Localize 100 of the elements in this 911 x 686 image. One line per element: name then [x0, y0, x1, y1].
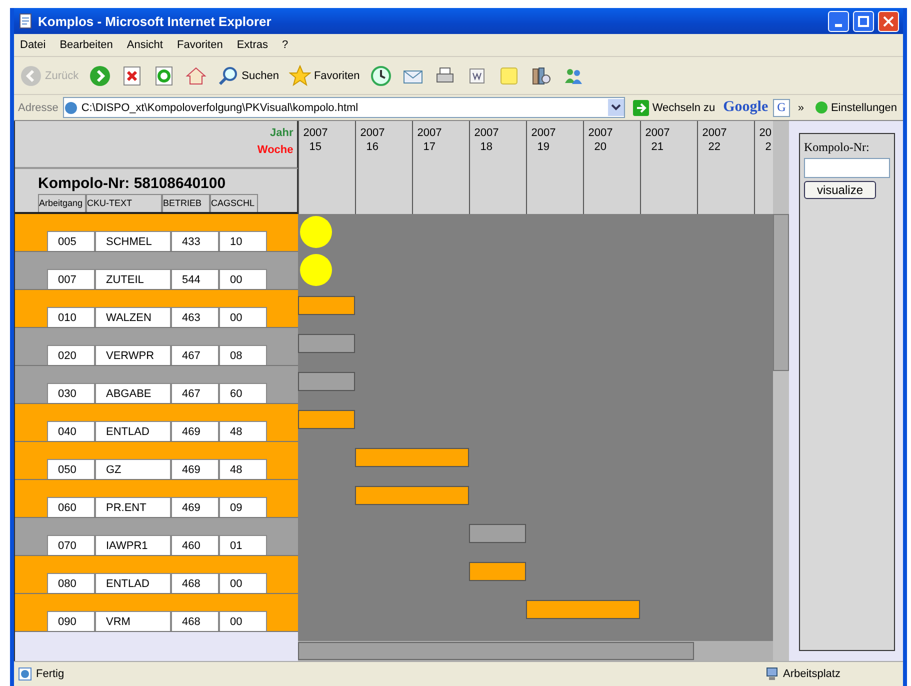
table-cell: ENTLAD [95, 421, 171, 441]
table-cell: 48 [219, 459, 267, 479]
table-cell: 09 [219, 497, 267, 517]
close-icon [883, 16, 894, 26]
year-text: 2007 [531, 127, 557, 139]
table-cell: 460 [171, 535, 219, 555]
go-button[interactable]: Wechseln zu [630, 100, 718, 116]
menu-item[interactable]: ? [282, 39, 288, 51]
address-field[interactable]: C:\DISPO_xt\Kompoloverfolgung\PKVisual\kompolo.html [63, 97, 626, 118]
week-number: 2 [764, 141, 772, 153]
table-cell: 070 [47, 535, 95, 555]
table-cell: 469 [171, 459, 219, 479]
stop-icon [120, 64, 143, 86]
year-text: 20 [759, 127, 773, 139]
horizontal-scrollbar[interactable] [298, 641, 774, 661]
table-cell: 468 [171, 573, 219, 593]
more-button[interactable]: » [794, 102, 807, 114]
search-icon [216, 64, 239, 86]
order-title: Kompolo-Nr: 58108640100 [38, 174, 227, 192]
table-cell: 080 [47, 573, 95, 593]
back-icon [20, 64, 42, 86]
table-cell: 010 [47, 307, 95, 327]
table-cell: GZ [95, 459, 171, 479]
menu-item[interactable]: Favoriten [176, 39, 223, 51]
year-text: 2007 [474, 127, 500, 139]
week-label: Woche [257, 143, 294, 158]
table-cell: 00 [219, 307, 267, 327]
table-cell: ENTLAD [95, 573, 171, 593]
minimize-button[interactable] [828, 10, 849, 32]
table-cell: 08 [219, 345, 267, 365]
table-cell: 050 [47, 459, 95, 479]
table-cell: 469 [171, 497, 219, 517]
week-number: 20 [593, 141, 608, 153]
year-text: 2007 [417, 127, 443, 139]
column-header: Arbeitgang [38, 194, 86, 212]
maximize-button[interactable] [853, 10, 874, 32]
column-header: CKU-TEXT [86, 194, 162, 212]
visualize-button[interactable]: visualize [804, 181, 876, 199]
computer-icon [765, 667, 779, 681]
table-cell: 469 [171, 421, 219, 441]
field-label: Kompolo-Nr: [804, 140, 870, 155]
forward-icon [88, 64, 111, 86]
page-icon [64, 100, 78, 114]
week-number: 18 [479, 141, 494, 153]
arrow-icon [633, 100, 650, 116]
table-cell: 00 [219, 573, 267, 593]
table-cell: ABGABE [95, 383, 171, 403]
menu-item[interactable]: Datei [20, 39, 46, 51]
status-icon [814, 101, 828, 114]
table-cell: 030 [47, 383, 95, 403]
zone-text: Arbeitsplatz [783, 668, 842, 680]
table-cell: 00 [219, 611, 267, 631]
note-icon [498, 64, 520, 86]
year-text: 2007 [360, 127, 386, 139]
menu-item[interactable]: Extras [236, 39, 268, 51]
table-cell: 468 [171, 611, 219, 631]
table-cell: 544 [171, 269, 219, 289]
table-cell: 040 [47, 421, 95, 441]
year-text: 2007 [303, 127, 329, 139]
vertical-scrollbar[interactable] [773, 121, 789, 661]
clock-icon [370, 64, 392, 86]
menu-item[interactable]: Ansicht [126, 39, 163, 51]
settings-button[interactable]: Einstellungen [812, 101, 900, 114]
table-cell: 467 [171, 383, 219, 403]
toolbar-button[interactable]: Suchen [214, 62, 281, 88]
table-cell: WALZEN [95, 307, 171, 327]
column-header: BETRIEB [162, 194, 210, 212]
week-number: 17 [422, 141, 437, 153]
table-cell: 090 [47, 611, 95, 631]
table-cell: 467 [171, 345, 219, 365]
table-cell: ZUTEIL [95, 269, 171, 289]
table-cell: 433 [171, 231, 219, 251]
table-cell: 005 [47, 231, 95, 251]
table-cell: VRM [95, 611, 171, 631]
address-label: Adresse [18, 102, 58, 114]
year-text: 2007 [588, 127, 614, 139]
table-cell: 48 [219, 421, 267, 441]
home-icon [184, 64, 207, 86]
week-number: 21 [650, 141, 665, 153]
week-number: 19 [536, 141, 551, 153]
input-field[interactable] [804, 158, 890, 178]
table-cell: 01 [219, 535, 267, 555]
star-icon [288, 64, 311, 86]
table-cell: PR.ENT [95, 497, 171, 517]
table-cell: VERWPR [95, 345, 171, 365]
column-header: CAGSCHL [210, 194, 258, 212]
dropdown-icon [608, 99, 624, 116]
table-cell: 60 [219, 383, 267, 403]
menu-item[interactable]: Bearbeiten [60, 39, 113, 51]
table-cell: 00 [219, 269, 267, 289]
table-cell: 020 [47, 345, 95, 365]
page-icon [18, 667, 32, 681]
maximize-icon [858, 16, 869, 26]
minimize-icon [835, 24, 842, 26]
close-button[interactable] [878, 10, 899, 32]
page-icon [18, 13, 34, 29]
year-text: 2007 [645, 127, 671, 139]
search-button[interactable]: G [773, 98, 790, 116]
table-cell: 10 [219, 231, 267, 251]
toolbar-button[interactable]: Favoriten [286, 62, 362, 88]
